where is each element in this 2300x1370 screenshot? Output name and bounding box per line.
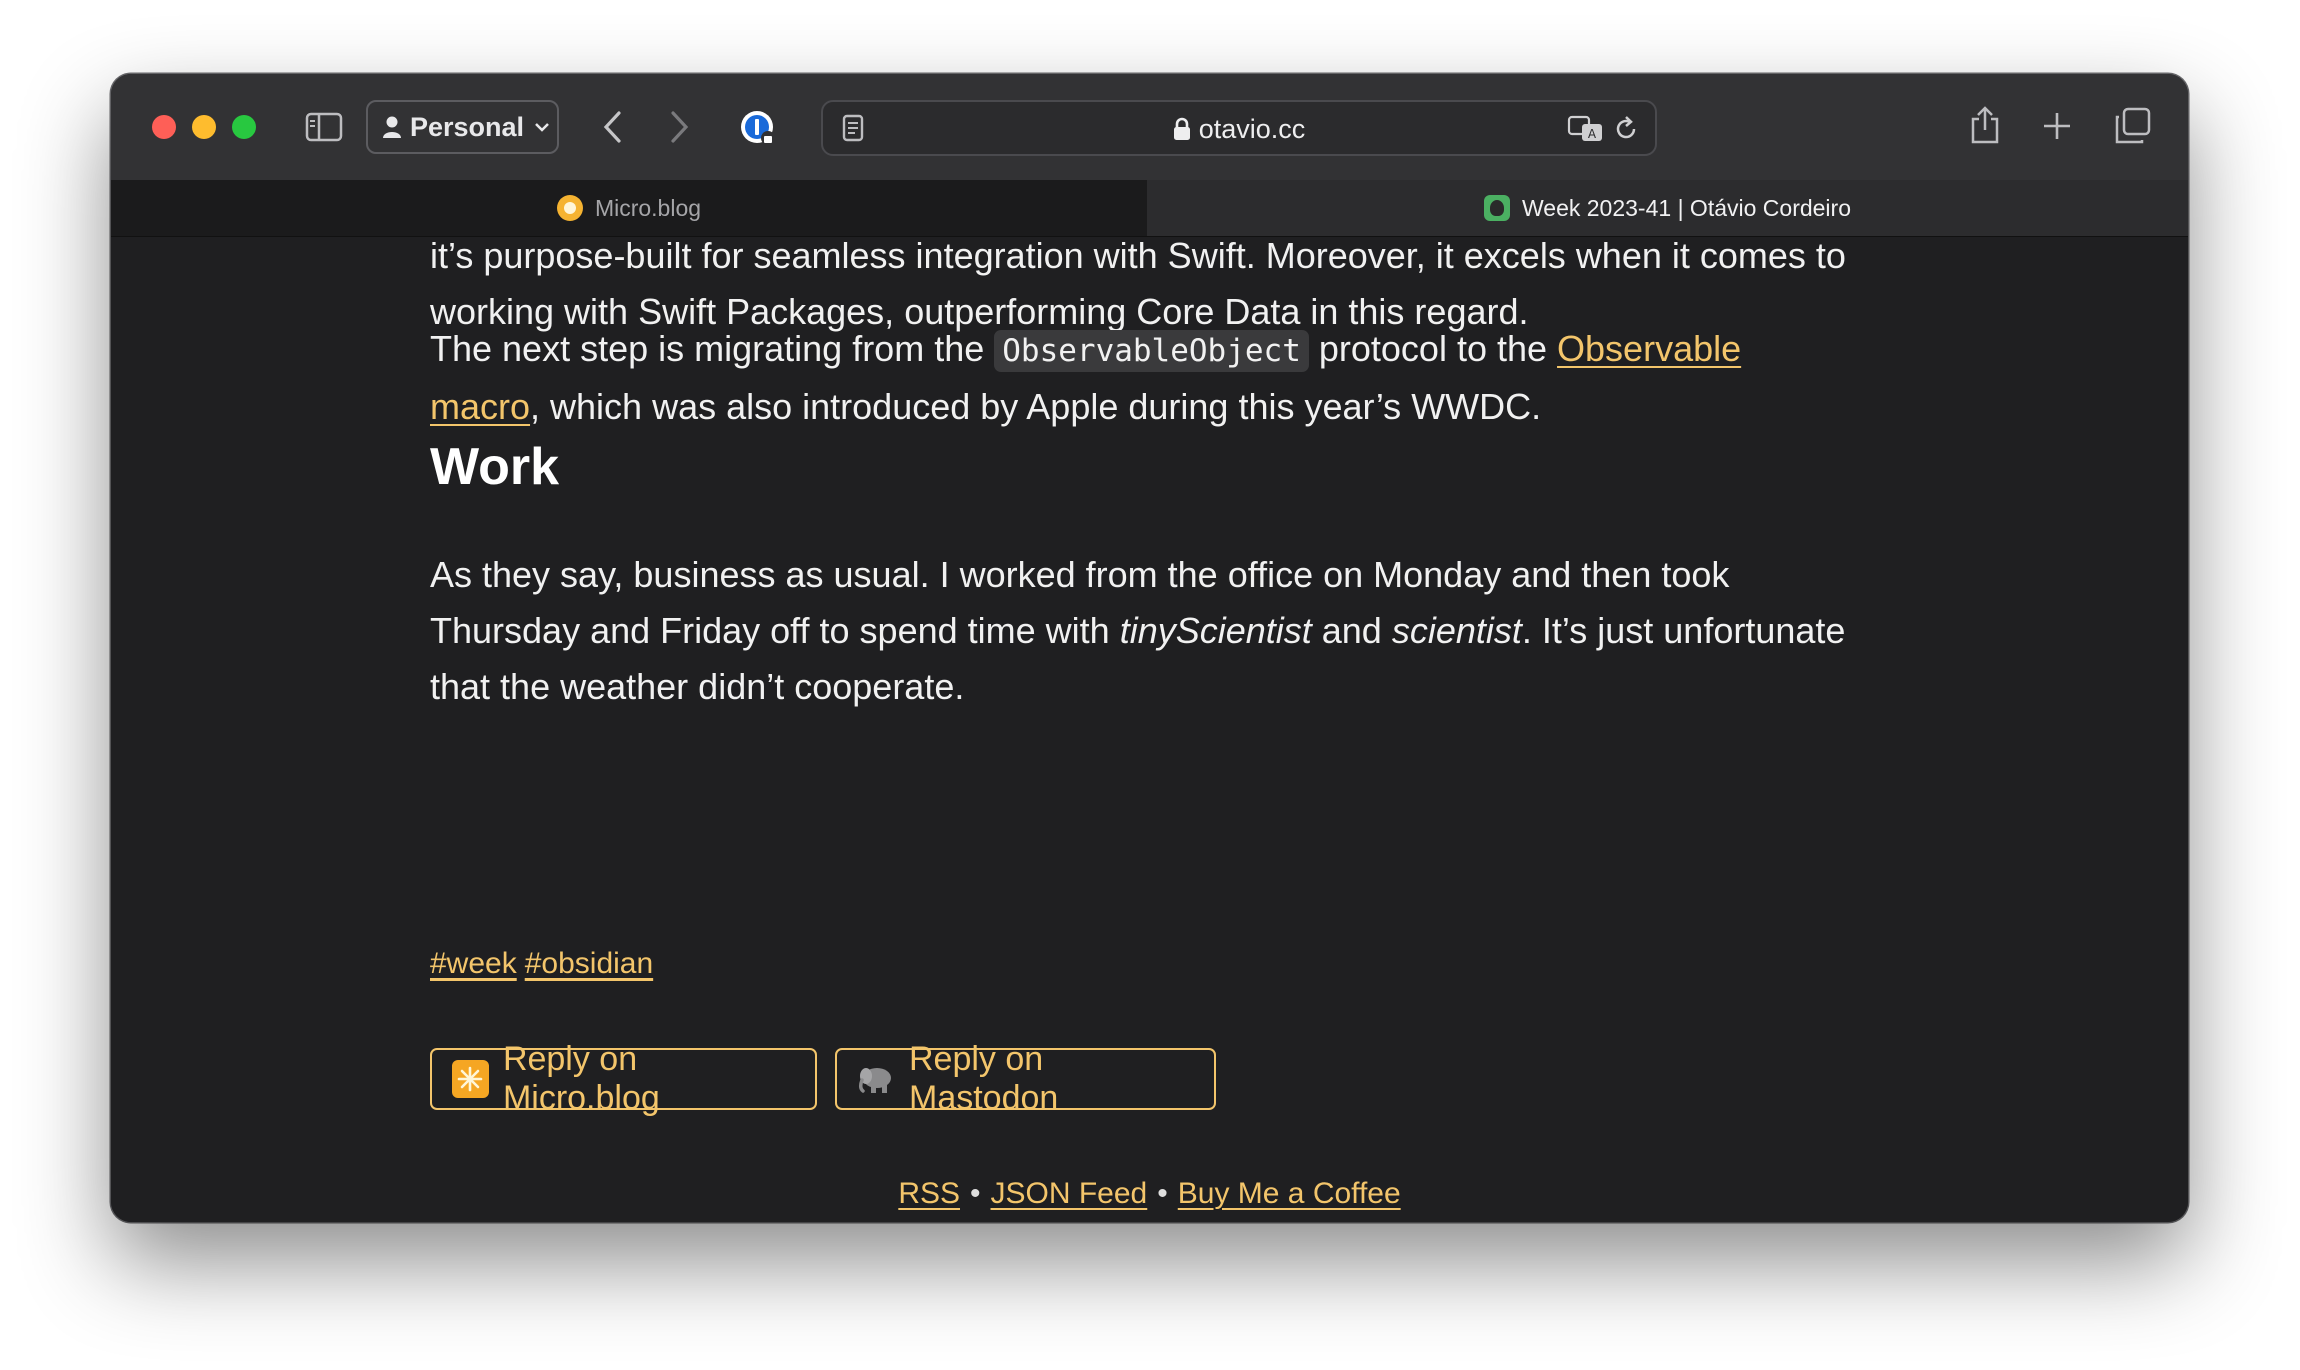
paragraph-line: As they say, business as usual. I worked… xyxy=(430,554,1730,595)
tag-week-link[interactable]: #week xyxy=(430,947,517,980)
inline-code: ObservableObject xyxy=(994,330,1309,372)
micro-blog-favicon-icon xyxy=(556,195,583,221)
profile-button[interactable]: Personal xyxy=(366,100,559,154)
observable-macro-link[interactable]: macro xyxy=(430,386,530,427)
footer-separator: • xyxy=(970,1177,981,1210)
emphasis-scientist: scientist xyxy=(1391,610,1522,651)
paragraph-text: Thursday and Friday off to spend time wi… xyxy=(430,610,1120,651)
paragraph-text: and xyxy=(1311,610,1392,651)
svg-text:A: A xyxy=(1588,127,1597,141)
back-icon[interactable] xyxy=(592,107,632,147)
person-icon xyxy=(383,116,401,138)
page-content: it’s purpose-built for seamless integrat… xyxy=(111,237,2188,1222)
browser-window: Personal otavio.cc A Micro.blog Week 202… xyxy=(111,74,2188,1222)
paragraph-migration: The next step is migrating from the Obse… xyxy=(430,321,1880,435)
reply-micro-blog-label: Reply on Micro.blog xyxy=(502,1040,660,1117)
paragraph-text: The next step is migrating from the xyxy=(430,328,995,369)
paragraph-text: protocol to the xyxy=(1308,328,1558,369)
site-favicon-icon xyxy=(1484,195,1510,221)
observable-macro-link[interactable]: Observable xyxy=(1557,328,1741,369)
password-manager-icon[interactable] xyxy=(736,106,780,150)
minimize-window-button[interactable] xyxy=(192,115,216,139)
translate-icon[interactable]: A xyxy=(1566,112,1606,146)
paragraph-text: , which was also introduced by Apple dur… xyxy=(530,386,1542,427)
paragraph-work: As they say, business as usual. I worked… xyxy=(430,547,1880,715)
zoom-window-button[interactable] xyxy=(232,115,256,139)
tag-obsidian-link[interactable]: #obsidian xyxy=(525,947,653,980)
url-display[interactable]: otavio.cc xyxy=(823,114,1655,145)
chevron-down-icon xyxy=(535,123,549,132)
buy-me-a-coffee-link[interactable]: Buy Me a Coffee xyxy=(1178,1177,1401,1210)
footer-separator: • xyxy=(1157,1177,1168,1210)
reply-mastodon-button[interactable]: Reply on Mastodon xyxy=(835,1040,1216,1117)
sidebar-toggle-icon[interactable] xyxy=(304,107,344,147)
tab-micro-blog[interactable]: Micro.blog xyxy=(111,180,1147,236)
json-feed-link[interactable]: JSON Feed xyxy=(991,1177,1148,1210)
reply-micro-blog-button[interactable]: Reply on Micro.blog xyxy=(430,1040,817,1117)
site-footer: RSS • JSON Feed • Buy Me a Coffee xyxy=(111,1177,2188,1211)
tab-overview-icon[interactable] xyxy=(2111,104,2155,148)
tab-bar: Micro.blog Week 2023-41 | Otávio Cordeir… xyxy=(111,180,2188,237)
share-icon[interactable] xyxy=(1964,102,2006,148)
paragraph-text: . It’s just unfortunate xyxy=(1521,610,1846,651)
micro-blog-icon xyxy=(452,1060,489,1098)
tab-week-2023-41[interactable]: Week 2023-41 | Otávio Cordeiro xyxy=(1147,180,2188,236)
address-bar[interactable]: otavio.cc A xyxy=(821,100,1657,156)
elephant-icon xyxy=(857,1060,895,1098)
new-tab-icon[interactable] xyxy=(2037,106,2077,146)
browser-toolbar: Personal otavio.cc A xyxy=(111,74,2188,181)
tab-label: Micro.blog xyxy=(594,194,702,221)
emphasis-tinyscientist: tinyScientist xyxy=(1119,610,1312,651)
tag-list: #week #obsidian xyxy=(430,947,1880,981)
url-text: otavio.cc xyxy=(1198,114,1306,144)
heading-work: Work xyxy=(430,438,560,496)
lock-icon xyxy=(1173,117,1190,140)
section-heading-work: Work xyxy=(430,437,1880,497)
reload-icon[interactable] xyxy=(1609,112,1643,146)
paragraph-line: it’s purpose-built for seamless integrat… xyxy=(430,237,1846,276)
profile-label: Personal xyxy=(410,111,525,142)
forward-icon[interactable] xyxy=(660,107,700,147)
close-window-button[interactable] xyxy=(152,115,176,139)
paragraph-line: that the weather didn’t cooperate. xyxy=(430,666,965,707)
rss-link[interactable]: RSS xyxy=(898,1177,960,1210)
tab-label: Week 2023-41 | Otávio Cordeiro xyxy=(1522,194,1851,221)
reply-mastodon-label: Reply on Mastodon xyxy=(909,1040,1059,1117)
